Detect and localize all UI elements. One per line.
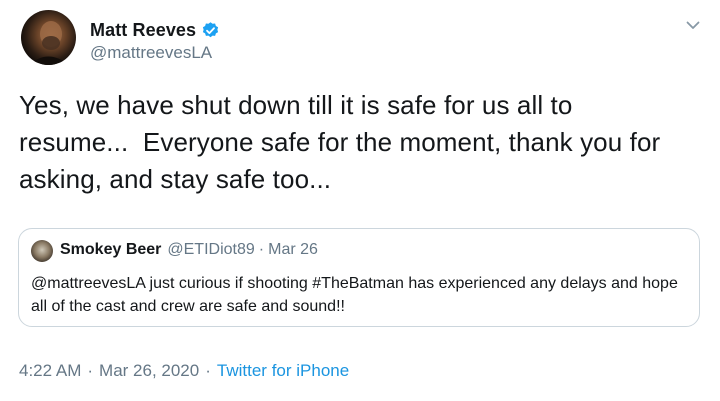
verified-badge-icon <box>201 21 220 40</box>
quoted-tweet-date: Mar 26 <box>268 241 318 258</box>
author-avatar[interactable] <box>21 10 76 65</box>
quoted-author-handle: @ETIDiot89 <box>167 241 255 258</box>
tweet-source-link[interactable]: Twitter for iPhone <box>217 361 349 381</box>
chevron-down-icon[interactable] <box>684 16 702 34</box>
author-display-name[interactable]: Matt Reeves <box>90 20 196 41</box>
tweet-text: Yes, we have shut down till it is safe f… <box>19 90 661 194</box>
author-name-row: Matt Reeves <box>90 18 220 42</box>
tweet-date[interactable]: Mar 26, 2020 <box>99 361 199 381</box>
quoted-author-name: Smokey Beer <box>60 241 162 258</box>
tweet-metadata: 4:22 AM · Mar 26, 2020 · Twitter for iPh… <box>19 361 349 381</box>
tweet-card: Matt Reeves @mattreevesLA Yes, we have s… <box>0 0 720 401</box>
quoted-dot-separator: · <box>258 241 265 258</box>
meta-dot-separator: · <box>205 361 211 380</box>
tweet-time[interactable]: 4:22 AM <box>19 361 81 381</box>
quoted-tweet-text: @mattreevesLA just curious if shooting #… <box>31 275 678 315</box>
quoted-tweet[interactable]: Smokey Beer @ETIDiot89 · Mar 26 @mattree… <box>18 228 700 327</box>
quoted-tweet-header: Smokey Beer @ETIDiot89 · Mar 26 <box>60 241 318 259</box>
meta-dot-separator: · <box>87 361 94 380</box>
quoted-author-avatar <box>31 240 53 262</box>
author-handle[interactable]: @mattreevesLA <box>90 43 212 63</box>
